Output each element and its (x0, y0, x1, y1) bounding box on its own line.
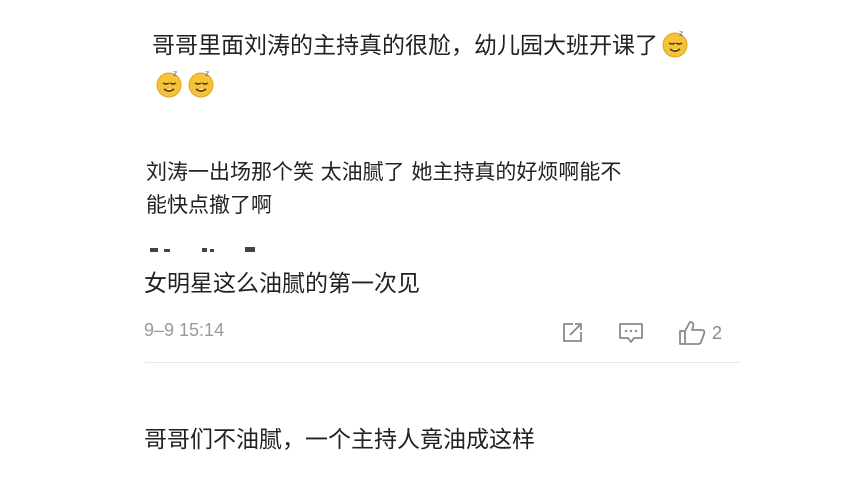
comment-3-text: 女明星这么油腻的第一次见 (144, 271, 420, 297)
sleepy-face-icon: z (154, 69, 184, 99)
divider (145, 362, 741, 363)
svg-text:z: z (173, 69, 177, 78)
svg-text:z: z (679, 29, 683, 38)
comment-3-timestamp: 9–9 15:14 (144, 320, 225, 340)
comment-1-text: 哥哥里面刘涛的主持真的很尬，幼儿园大班开课了 (152, 33, 658, 59)
comment-icon (619, 323, 643, 343)
comment-2-line-1: 刘涛一出场那个笑 太油腻了 她主持真的好烦啊能不 (146, 160, 622, 184)
comment-3-actions: 2 (560, 318, 722, 348)
comment-1: 哥哥里面刘涛的主持真的很尬，幼儿园大班开课了 z z z (152, 26, 792, 106)
sleepy-face-icon: z (186, 69, 216, 99)
sleepy-face-icon: z (660, 29, 690, 59)
comment-2-line-2: 能快点撤了啊 (146, 193, 272, 217)
like-button[interactable]: 2 (678, 320, 722, 346)
reply-button[interactable] (618, 321, 644, 345)
comment-2: 刘涛一出场那个笑 太油腻了 她主持真的好烦啊能不 能快点撤了啊 (146, 156, 746, 222)
share-icon (563, 323, 582, 342)
comment-4-text: 哥哥们不油腻，一个主持人竟油成这样 (144, 427, 535, 453)
thumbs-up-icon (679, 321, 706, 345)
share-button[interactable] (560, 321, 584, 345)
cut-text-fragment (150, 247, 255, 252)
svg-text:z: z (205, 69, 209, 78)
like-count: 2 (712, 322, 723, 343)
